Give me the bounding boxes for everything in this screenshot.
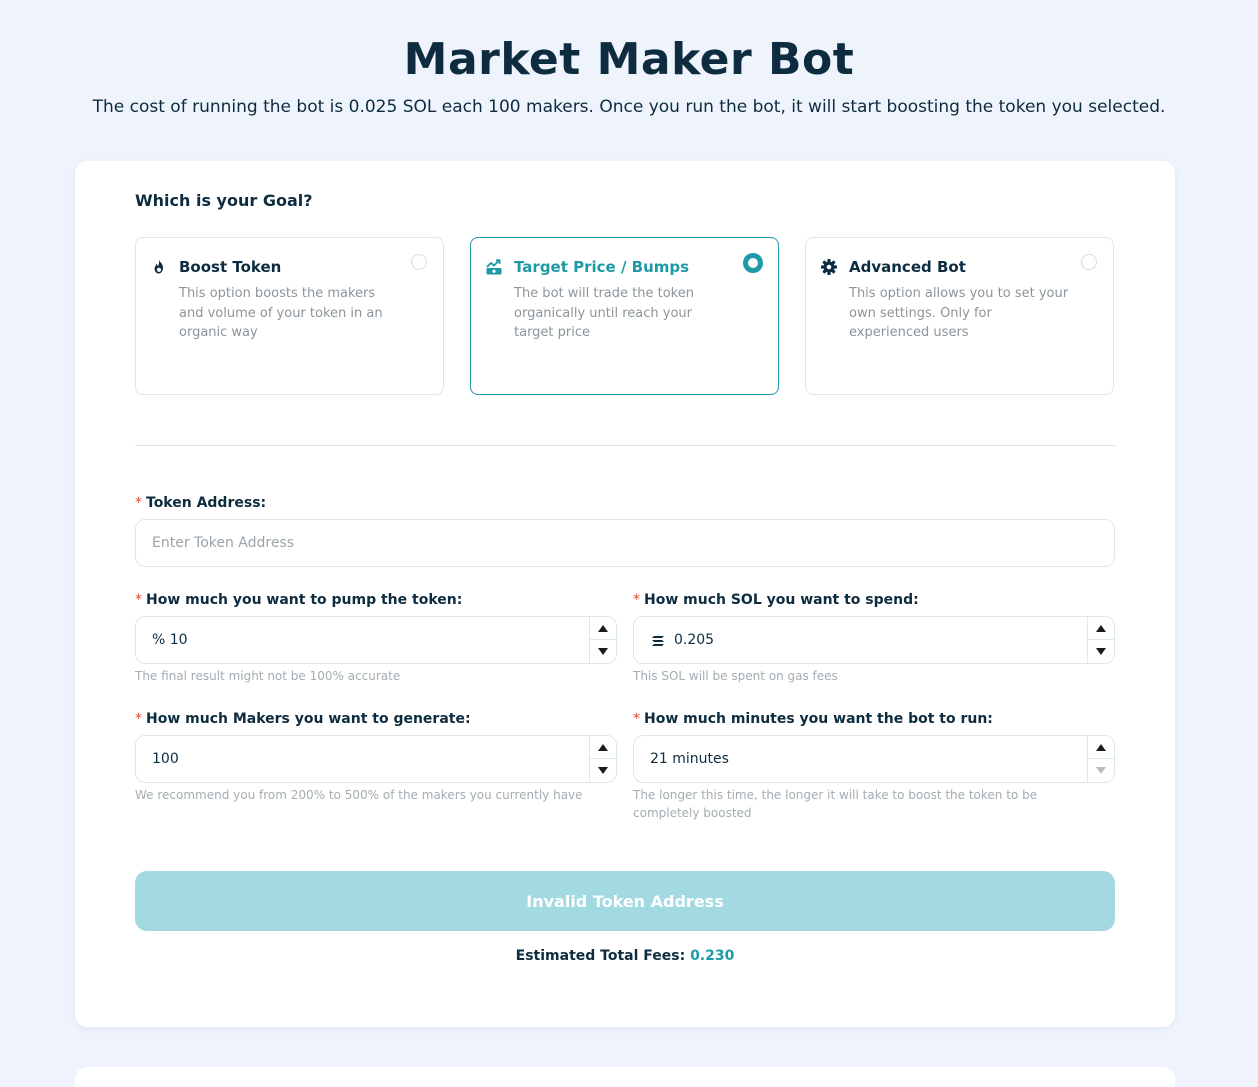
option-title: Advanced Bot: [849, 258, 966, 276]
goal-heading: Which is your Goal?: [135, 191, 313, 210]
arrow-down-icon: [1096, 648, 1106, 655]
section-divider: [135, 445, 1115, 446]
option-title: Boost Token: [179, 258, 282, 276]
makers-input[interactable]: 100: [135, 735, 617, 783]
minutes-value: 21 minutes: [650, 751, 729, 767]
option-radio[interactable]: [1081, 254, 1097, 270]
sol-label: * How much SOL you want to spend:: [633, 592, 919, 608]
pump-value: % 10: [152, 632, 188, 648]
increment-button[interactable]: [590, 617, 616, 640]
goal-option-boost-token[interactable]: Boost Token This option boosts the maker…: [135, 237, 444, 395]
option-description: This option allows you to set your own s…: [849, 286, 1069, 340]
fees-value: 0.230: [690, 948, 735, 964]
minutes-label: * How much minutes you want the bot to ru…: [633, 711, 993, 727]
option-title: Target Price / Bumps: [514, 258, 690, 276]
pump-label: * How much you want to pump the token:: [135, 592, 463, 608]
arrow-up-icon: [598, 744, 608, 751]
minutes-stepper: [1087, 736, 1114, 782]
fees-label: Estimated Total Fees:: [515, 948, 686, 964]
option-radio-selected[interactable]: [743, 253, 763, 273]
arrow-up-icon: [598, 625, 608, 632]
chart-up-icon: [485, 258, 503, 276]
goal-option-target-price[interactable]: Target Price / Bumps The bot will trade …: [470, 237, 779, 395]
sol-stepper: [1087, 617, 1114, 663]
increment-button[interactable]: [1088, 617, 1114, 640]
option-description: This option boosts the makers and volume…: [179, 286, 383, 340]
estimated-fees: Estimated Total Fees: 0.230: [75, 948, 1175, 964]
page-title: Market Maker Bot: [403, 34, 855, 85]
token-address-label: * Token Address:: [135, 495, 267, 511]
sol-value: 0.205: [674, 632, 715, 648]
required-mark: *: [135, 495, 142, 511]
makers-help: We recommend you from 200% to 500% of th…: [135, 788, 583, 802]
minutes-help: The longer this time, the longer it will…: [633, 788, 1038, 820]
option-description: The bot will trade the token organically…: [514, 286, 694, 340]
makers-label: * How much Makers you want to generate:: [135, 711, 471, 727]
increment-button[interactable]: [1088, 736, 1114, 759]
bot-config-card: Which is your Goal? Boost Token This opt…: [75, 161, 1175, 1027]
decrement-button[interactable]: [1088, 640, 1114, 663]
fire-icon: [150, 258, 168, 276]
arrow-down-icon: [1096, 767, 1106, 774]
pump-help: The final result might not be 100% accur…: [135, 669, 401, 683]
arrow-down-icon: [598, 648, 608, 655]
goal-option-advanced-bot[interactable]: Advanced Bot This option allows you to s…: [805, 237, 1114, 395]
arrow-down-icon: [598, 767, 608, 774]
token-address-input[interactable]: Enter Token Address: [135, 519, 1115, 567]
solana-icon: [651, 633, 665, 652]
required-mark: *: [135, 711, 142, 727]
gear-icon: [820, 258, 838, 276]
pump-input[interactable]: % 10: [135, 616, 617, 664]
required-mark: *: [135, 592, 142, 608]
decrement-button[interactable]: [590, 759, 616, 782]
arrow-up-icon: [1096, 625, 1106, 632]
pump-stepper: [589, 617, 616, 663]
required-mark: *: [633, 592, 640, 608]
increment-button[interactable]: [590, 736, 616, 759]
decrement-button[interactable]: [1088, 759, 1114, 782]
sol-input[interactable]: 0.205: [633, 616, 1115, 664]
arrow-up-icon: [1096, 744, 1106, 751]
sol-help: This SOL will be spent on gas fees: [633, 669, 838, 683]
makers-value: 100: [152, 751, 179, 767]
next-section-card: [75, 1067, 1175, 1087]
required-mark: *: [633, 711, 640, 727]
makers-stepper: [589, 736, 616, 782]
decrement-button[interactable]: [590, 640, 616, 663]
submit-button[interactable]: Invalid Token Address: [135, 871, 1115, 931]
option-radio[interactable]: [411, 254, 427, 270]
page-subtitle: The cost of running the bot is 0.025 SOL…: [92, 97, 1166, 117]
minutes-input[interactable]: 21 minutes: [633, 735, 1115, 783]
token-address-placeholder: Enter Token Address: [152, 535, 295, 551]
